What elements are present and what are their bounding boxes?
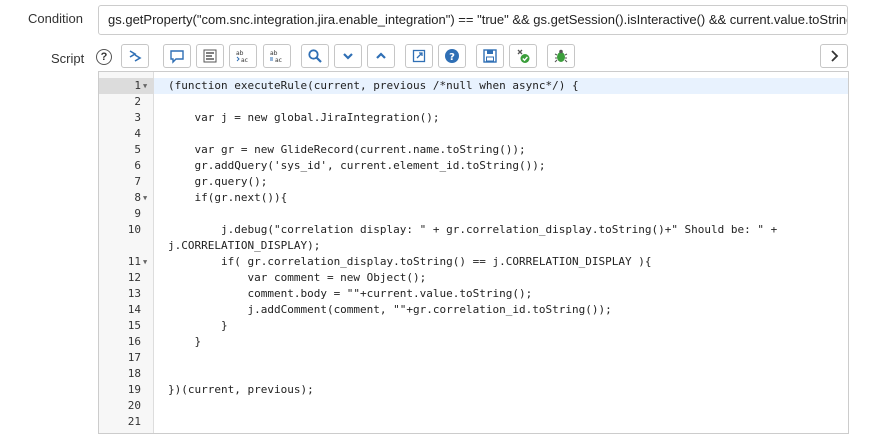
replace-all-icon: ab ac <box>270 50 282 64</box>
code-line[interactable]: 19 })(current, previous); <box>99 382 848 398</box>
line-number: 14 <box>127 303 141 316</box>
code-text: var gr = new GlideRecord(current.name.to… <box>168 143 526 156</box>
debug-icon <box>554 49 568 63</box>
comment-button[interactable] <box>163 44 191 68</box>
fold-down-button[interactable] <box>334 44 362 68</box>
line-number: 10 <box>127 223 141 236</box>
fullscreen-icon <box>412 49 426 63</box>
svg-text:ac: ac <box>275 57 282 64</box>
code-line[interactable]: 2 <box>99 94 848 110</box>
svg-text:ab: ab <box>236 50 244 57</box>
line-number: 4 <box>134 127 141 140</box>
fold-marker-icon[interactable]: ▼ <box>143 190 147 206</box>
code-line[interactable]: 3 var j = new global.JiraIntegration(); <box>99 110 848 126</box>
fullscreen-button[interactable] <box>405 44 433 68</box>
code-line[interactable]: 17 <box>99 350 848 366</box>
code-line[interactable]: 5 var gr = new GlideRecord(current.name.… <box>99 142 848 158</box>
code-line[interactable]: 20 <box>99 398 848 414</box>
script-label: Script <box>51 51 85 66</box>
svg-text:ac: ac <box>241 57 248 64</box>
script-toggle-icon <box>129 50 142 62</box>
help-circle-icon: ? <box>445 49 459 63</box>
code-text: var j = new global.JiraIntegration(); <box>168 111 440 124</box>
line-number: 3 <box>134 111 141 124</box>
code-line[interactable]: 9 <box>99 206 848 222</box>
line-number: 9 <box>134 207 141 220</box>
format-icon <box>203 49 217 63</box>
replace-icon: ab ac <box>236 50 248 64</box>
code-text: } <box>168 335 202 348</box>
code-text: (function executeRule(current, previous … <box>168 79 579 92</box>
expand-panel-button[interactable] <box>820 44 848 68</box>
code-line[interactable]: 7 gr.query(); <box>99 174 848 190</box>
code-text: if( gr.correlation_display.toString() ==… <box>168 255 652 268</box>
code-line[interactable]: 21 <box>99 414 848 430</box>
line-number: 15 <box>127 319 141 332</box>
svg-text:ab: ab <box>270 50 278 57</box>
code-text: j.CORRELATION_DISPLAY); <box>168 239 321 252</box>
condition-input[interactable]: gs.getProperty("com.snc.integration.jira… <box>98 5 848 35</box>
line-number: 12 <box>127 271 141 284</box>
code-line[interactable]: 4 <box>99 126 848 142</box>
code-text: comment.body = ""+current.value.toString… <box>168 287 533 300</box>
line-number: 17 <box>127 351 141 364</box>
save-icon <box>483 49 497 63</box>
fold-up-icon <box>376 52 386 59</box>
code-text: } <box>168 319 228 332</box>
code-text: gr.addQuery('sys_id', current.element_id… <box>168 159 546 172</box>
check-syntax-icon <box>517 49 530 63</box>
code-text: if(gr.next()){ <box>168 191 288 204</box>
line-number: 5 <box>134 143 141 156</box>
search-icon <box>308 49 322 63</box>
code-line[interactable]: 6 gr.addQuery('sys_id', current.element_… <box>99 158 848 174</box>
search-button[interactable] <box>301 44 329 68</box>
code-text: var comment = new Object(); <box>168 271 427 284</box>
line-number: 20 <box>127 399 141 412</box>
replace-button[interactable]: ab ac <box>229 44 257 68</box>
line-number: 18 <box>127 367 141 380</box>
code-text: j.debug("correlation display: " + gr.cor… <box>168 223 778 236</box>
code-line[interactable]: 10 j.debug("correlation display: " + gr.… <box>99 222 848 238</box>
fold-marker-icon[interactable]: ▼ <box>143 78 147 94</box>
code-line[interactable]: 18 <box>99 366 848 382</box>
code-line[interactable]: 13 comment.body = ""+current.value.toStr… <box>99 286 848 302</box>
help-button[interactable]: ? <box>438 44 466 68</box>
code-line[interactable]: 11 ▼ if( gr.correlation_display.toString(… <box>99 254 848 270</box>
fold-down-icon <box>343 53 353 60</box>
line-number: 7 <box>134 175 141 188</box>
line-number: 21 <box>127 415 141 428</box>
code-text: j.addComment(comment, ""+gr.correlation_… <box>168 303 612 316</box>
code-text: gr.query(); <box>168 175 268 188</box>
condition-label: Condition <box>28 11 83 26</box>
script-help-icon[interactable]: ? <box>96 49 112 65</box>
code-line[interactable]: j.CORRELATION_DISPLAY); <box>99 238 848 254</box>
code-area[interactable]: 1 ▼ (function executeRule(current, previou… <box>99 78 848 430</box>
line-number <box>99 238 154 254</box>
line-number: 19 <box>127 383 141 396</box>
code-line[interactable]: 14 j.addComment(comment, ""+gr.correlati… <box>99 302 848 318</box>
expand-arrow-icon <box>831 50 839 62</box>
code-line[interactable]: 16 } <box>99 334 848 350</box>
comment-icon <box>170 50 184 64</box>
code-line[interactable]: 1 ▼ (function executeRule(current, previou… <box>99 78 848 94</box>
format-code-button[interactable] <box>196 44 224 68</box>
svg-text:?: ? <box>449 52 455 63</box>
script-toggle-button[interactable] <box>121 44 149 68</box>
line-number: 16 <box>127 335 141 348</box>
code-line[interactable]: 8 ▼ if(gr.next()){ <box>99 190 848 206</box>
replace-all-button[interactable]: ab ac <box>263 44 291 68</box>
debug-button[interactable] <box>547 44 575 68</box>
script-editor[interactable]: 1 ▼ (function executeRule(current, previou… <box>98 71 849 434</box>
save-button[interactable] <box>476 44 504 68</box>
line-number: 13 <box>127 287 141 300</box>
fold-marker-icon[interactable]: ▼ <box>143 254 147 270</box>
code-text: })(current, previous); <box>168 383 314 396</box>
code-line[interactable]: 12 var comment = new Object(); <box>99 270 848 286</box>
check-syntax-button[interactable] <box>509 44 537 68</box>
line-number: 6 <box>134 159 141 172</box>
fold-up-button[interactable] <box>367 44 395 68</box>
code-line[interactable]: 15 } <box>99 318 848 334</box>
line-number: 2 <box>134 95 141 108</box>
